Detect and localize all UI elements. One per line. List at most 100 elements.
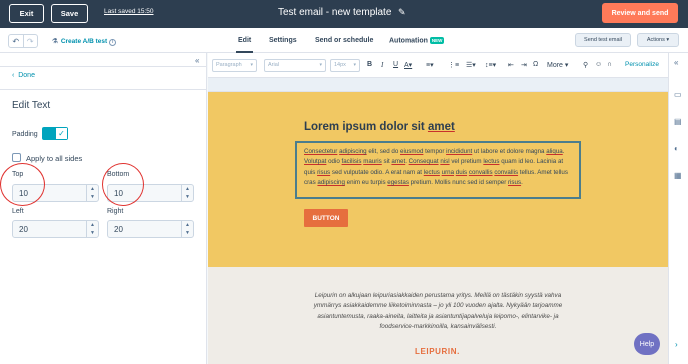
footer-text[interactable]: Leipurin on alkujaan leipuriasiakkaiden … xyxy=(306,291,570,332)
hero-section[interactable]: Lorem ipsum dolor sit amet Consectetur a… xyxy=(208,92,668,267)
help-button[interactable]: Help xyxy=(634,333,660,355)
spellcheck-flagged-word: Consectetur xyxy=(304,148,338,155)
chevron-up-icon[interactable]: ▲ xyxy=(87,185,98,193)
left-edit-panel: « ‹ Done Edit Text Padding ✓ Apply to al… xyxy=(0,53,207,364)
personalize-button[interactable]: Personalize xyxy=(625,61,659,68)
indent-icon[interactable]: ⇥ xyxy=(521,61,527,69)
special-char-icon[interactable]: Ω xyxy=(533,61,538,68)
chevron-down-icon: ▾ xyxy=(353,62,356,68)
expand-icon[interactable]: « xyxy=(674,58,678,67)
review-and-send-button[interactable]: Review and send xyxy=(602,3,678,23)
collapse-panel-icon[interactable]: « xyxy=(195,56,199,65)
outdent-icon[interactable]: ⇤ xyxy=(508,61,514,69)
italic-icon[interactable]: I xyxy=(381,61,383,69)
right-stepper[interactable]: ▲ ▼ xyxy=(181,221,193,237)
info-icon[interactable]: i xyxy=(109,39,117,46)
body-text-segment: ut labore et dolore magna xyxy=(472,148,547,155)
body-text-segment: . xyxy=(521,178,523,186)
send-test-email-button[interactable]: Send test email xyxy=(575,33,631,47)
tab-edit[interactable]: Edit xyxy=(235,37,254,53)
underline-icon[interactable]: U xyxy=(393,61,398,68)
chevron-down-icon: ▾ xyxy=(666,37,670,43)
check-icon: ✓ xyxy=(56,128,67,139)
annotation-circle-bottom xyxy=(102,163,144,206)
spellcheck-flagged-word: eiusmod xyxy=(400,148,424,155)
spellcheck-flagged-word: risus xyxy=(508,178,522,186)
spellcheck-flagged-word: mauris xyxy=(363,158,382,166)
chevron-right-icon[interactable]: › xyxy=(675,340,678,349)
more-menu[interactable]: More ▾ xyxy=(547,61,568,69)
done-link[interactable]: ‹ Done xyxy=(12,72,35,79)
font-size-select[interactable]: 14px ▾ xyxy=(330,59,360,72)
chevron-down-icon[interactable]: ▼ xyxy=(87,193,98,201)
editor-toolbar: ↶ ↷ ⚗ Create A/B test i Edit Settings Send… xyxy=(0,28,688,53)
align-icon[interactable]: ≡▾ xyxy=(426,61,434,69)
chevron-up-icon[interactable]: ▲ xyxy=(182,221,193,229)
email-cta-button[interactable]: BUTTON xyxy=(304,209,348,227)
email-body-text[interactable]: Consectetur adipiscing elit, sed do eius… xyxy=(295,141,581,199)
chevron-down-icon[interactable]: ▼ xyxy=(182,229,193,237)
body-text-segment: sed vulputate odio. A erat nam at xyxy=(330,168,424,176)
footer-section[interactable]: Leipurin on alkujaan leipuriasiakkaiden … xyxy=(208,267,668,364)
padding-toggle[interactable]: ✓ xyxy=(42,127,68,140)
headset-icon[interactable]: ∩ xyxy=(607,61,612,68)
spellcheck-flagged-word: Volutpat xyxy=(304,158,327,166)
spellcheck-flagged-word: aliqua xyxy=(546,148,563,155)
chevron-down-icon[interactable]: ▼ xyxy=(182,193,193,201)
tab-settings[interactable]: Settings xyxy=(269,37,297,44)
heading-text-flagged: amet xyxy=(427,121,455,133)
bottom-stepper[interactable]: ▲ ▼ xyxy=(181,185,193,201)
chevron-down-icon[interactable]: ▼ xyxy=(87,229,98,237)
chevron-down-icon: ▾ xyxy=(319,62,322,68)
redo-icon[interactable]: ↷ xyxy=(22,35,38,47)
font-family-select[interactable]: Arial ▾ xyxy=(264,59,326,72)
tab-automation[interactable]: Automation NEW xyxy=(389,37,445,44)
divider xyxy=(0,89,207,90)
left-stepper[interactable]: ▲ ▼ xyxy=(86,221,98,237)
right-padding-input[interactable]: 20 ▲ ▼ xyxy=(107,220,194,238)
pencil-icon[interactable]: ✎ xyxy=(398,7,406,18)
calendar-icon[interactable]: ▦ xyxy=(674,171,682,180)
chevron-up-icon[interactable]: ▲ xyxy=(182,185,193,193)
exit-button[interactable]: Exit xyxy=(9,4,44,23)
link-icon[interactable]: ⚲ xyxy=(583,61,588,69)
more-label: More xyxy=(547,62,563,69)
body-text-segment: vel pretium xyxy=(449,158,484,166)
ordered-list-icon[interactable]: ⋮≡ xyxy=(448,61,459,69)
divider xyxy=(0,66,207,67)
actions-dropdown[interactable]: Actions ▾ xyxy=(637,33,679,47)
design-icon[interactable]: ◐ xyxy=(674,144,679,153)
annotation-circle-top xyxy=(0,163,45,206)
last-saved-link[interactable]: Last saved 15:50 xyxy=(104,8,154,15)
undo-icon[interactable]: ↶ xyxy=(9,35,23,47)
spellcheck-flagged-word: risus xyxy=(317,168,331,176)
paragraph-style-value: Paragraph xyxy=(216,62,242,68)
sections-icon[interactable]: ▤ xyxy=(674,117,682,126)
create-ab-test-link[interactable]: ⚗ Create A/B test i xyxy=(52,37,117,46)
body-text-segment: elit, sed do xyxy=(366,148,401,155)
spellcheck-flagged-word: incididunt xyxy=(446,148,473,155)
email-title: Test email - new template xyxy=(278,7,392,18)
comment-icon[interactable]: ▭ xyxy=(674,90,682,99)
bulleted-list-icon[interactable]: ☰▾ xyxy=(466,61,476,69)
spellcheck-flagged-word: nisl xyxy=(440,158,450,166)
body-text-segment: odio xyxy=(326,158,342,166)
paragraph-style-select[interactable]: Paragraph ▾ xyxy=(212,59,257,72)
save-button[interactable]: Save xyxy=(51,4,88,23)
tab-send-or-schedule[interactable]: Send or schedule xyxy=(315,37,373,44)
spellcheck-flagged-word: duis xyxy=(455,168,468,176)
actions-label: Actions xyxy=(646,37,665,43)
body-text-segment: . xyxy=(562,148,565,155)
font-family-value: Arial xyxy=(268,62,280,68)
emoji-icon[interactable]: ☺ xyxy=(595,61,602,68)
email-heading[interactable]: Lorem ipsum dolor sit amet xyxy=(304,121,455,133)
text-color-icon[interactable]: A▾ xyxy=(404,61,412,69)
left-padding-input[interactable]: 20 ▲ ▼ xyxy=(12,220,99,238)
apply-all-sides-checkbox[interactable] xyxy=(12,153,21,162)
leipurin-logo: LEIPURIN. xyxy=(415,347,460,356)
new-badge: NEW xyxy=(429,37,445,44)
chevron-up-icon[interactable]: ▲ xyxy=(87,221,98,229)
top-stepper[interactable]: ▲ ▼ xyxy=(86,185,98,201)
line-spacing-icon[interactable]: ↕≡▾ xyxy=(485,61,496,69)
bold-icon[interactable]: B xyxy=(367,61,372,68)
